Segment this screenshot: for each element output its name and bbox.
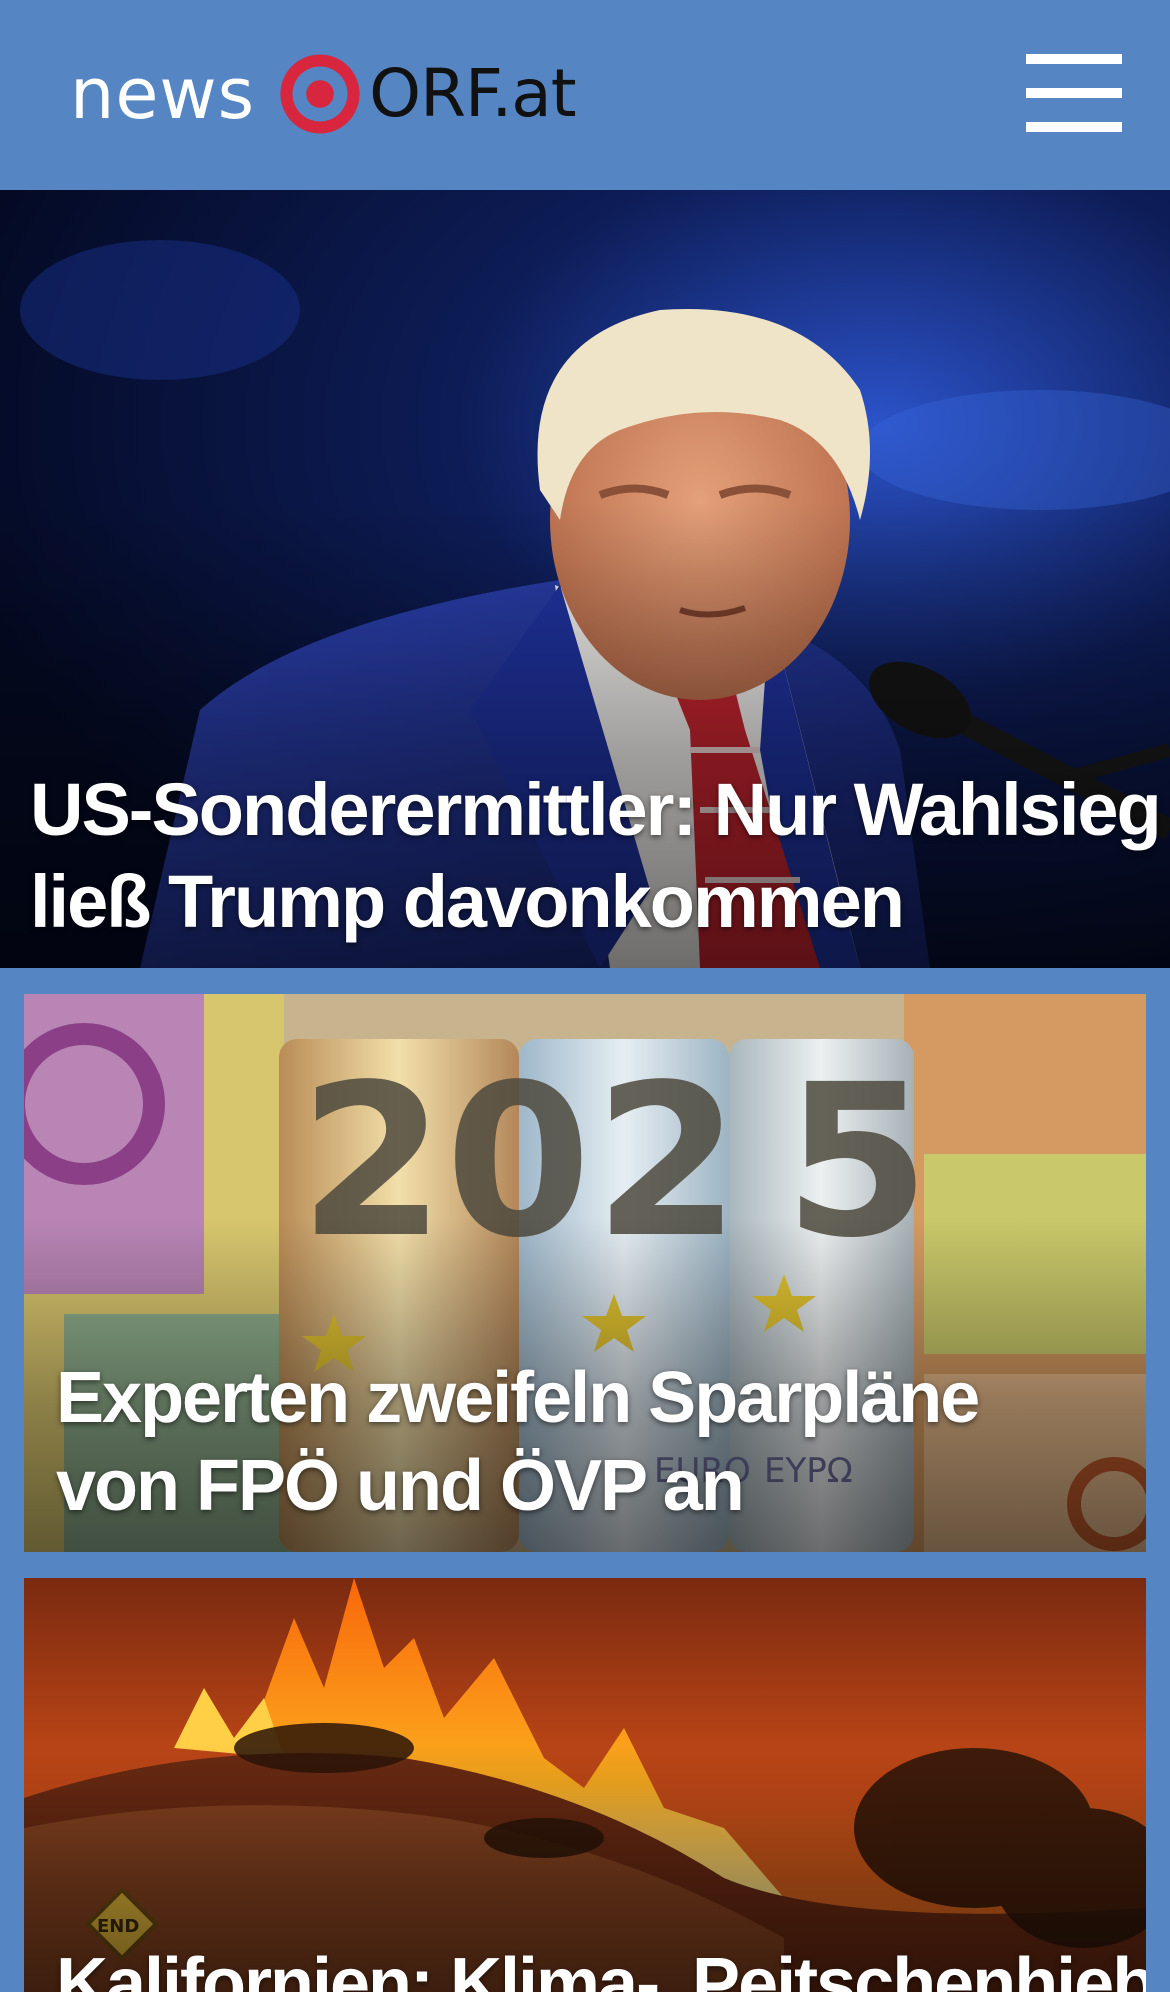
article-card-2[interactable]: 20 2 5 EURO EYPΩ Experten zweifeln Sparp… xyxy=(24,994,1146,1552)
news-orf-logo[interactable]: news ORF.at xyxy=(70,48,577,140)
article-card-1[interactable]: US-Sonderermittler: Nur Wahlsieg ließ Tr… xyxy=(0,190,1170,968)
hamburger-menu-icon[interactable] xyxy=(1020,50,1124,136)
article-2-headline[interactable]: Experten zweifeln Sparpläne von FPÖ und … xyxy=(56,1354,1086,1530)
article-1-headline[interactable]: US-Sonderermittler: Nur Wahlsieg ließ Tr… xyxy=(30,764,1162,948)
article-card-3[interactable]: END Kalifornien: Klima-„Peitschenhiebe“ xyxy=(24,1578,1146,1992)
top-header: news ORF.at xyxy=(0,0,1170,190)
orf-target-icon xyxy=(280,54,360,134)
logo-orf-text: ORF.at xyxy=(369,55,576,132)
logo-news-text: news xyxy=(70,53,256,135)
article-3-headline[interactable]: Kalifornien: Klima-„Peitschenhiebe“ xyxy=(56,1940,1146,1992)
